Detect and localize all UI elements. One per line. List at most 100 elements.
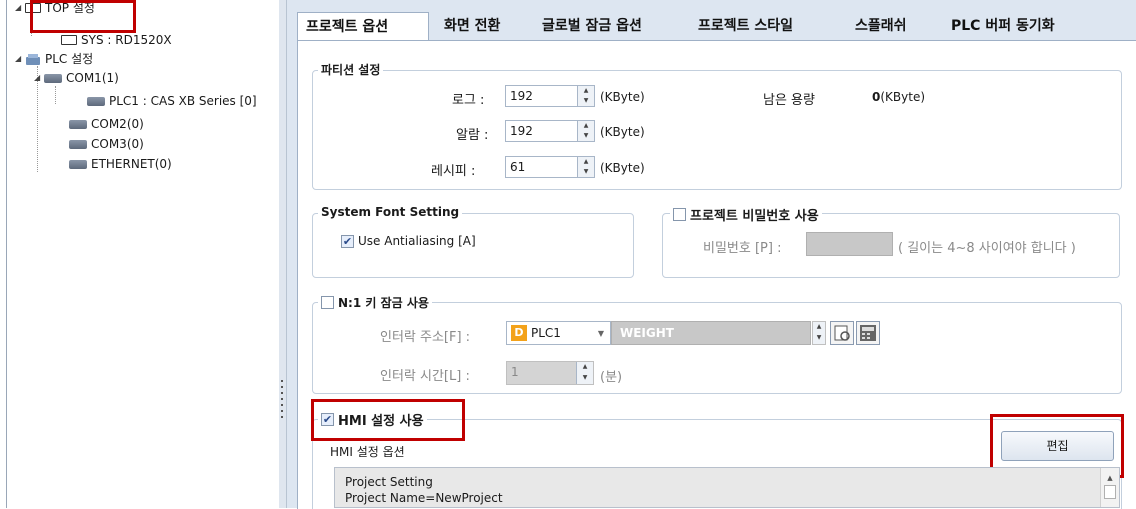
hmi-settings-checkbox[interactable]: ✔ [321, 413, 334, 426]
hmi-settings-checkbox-label: HMI 설정 사용 [338, 414, 424, 429]
collapse-arrow-icon[interactable]: ◢ [15, 0, 25, 16]
splitter-grip [281, 386, 283, 388]
password-input[interactable] [806, 232, 893, 256]
splitter-grip [281, 410, 283, 412]
antialiasing-checkbox[interactable]: ✔ [341, 234, 354, 248]
tab-splash[interactable]: 스플래쉬 [855, 12, 907, 40]
tab-plc-buffer-sync[interactable]: PLC 버퍼 동기화 [951, 12, 1055, 40]
keypad-icon [860, 325, 876, 341]
tab-label: 글로벌 잠금 옵션 [542, 18, 642, 34]
plc-select[interactable]: D PLC1 ▼ [506, 321, 611, 345]
text-line: Project Name=NewProject [345, 491, 503, 505]
up-arrow-icon[interactable]: ▲ [578, 121, 594, 131]
down-arrow-icon[interactable]: ▼ [578, 96, 594, 106]
alarm-size-stepper[interactable]: 192 ▲ ▼ [505, 120, 595, 142]
remaining-capacity-unit: (KByte) [880, 90, 926, 104]
down-arrow-icon[interactable]: ▼ [578, 131, 594, 141]
address-stepper[interactable]: ▲ ▼ [812, 321, 826, 345]
edit-button[interactable]: 편집 [1001, 431, 1114, 461]
panel-splitter[interactable] [279, 0, 287, 508]
collapse-arrow-icon[interactable]: ◢ [15, 51, 25, 67]
keypad-button[interactable] [856, 321, 880, 345]
tab-label: 프로젝트 스타일 [698, 18, 794, 34]
stepper-arrows[interactable]: ▲ ▼ [577, 121, 594, 141]
tab-global-lock-options[interactable]: 글로벌 잠금 옵션 [542, 12, 642, 40]
tab-label: 화면 전환 [444, 18, 501, 34]
password-checkbox[interactable] [673, 208, 686, 221]
interlock-address-input[interactable]: WEIGHT [611, 321, 811, 345]
stepper-arrows[interactable]: ▲ ▼ [577, 86, 594, 106]
key-lock-checkbox[interactable] [321, 296, 334, 309]
password-group-title[interactable]: 프로젝트 비밀번호 사용 [670, 205, 822, 224]
collapse-arrow-icon[interactable]: ◢ [34, 70, 44, 86]
port-icon [69, 119, 87, 129]
recipe-size-value[interactable]: 61 [506, 157, 577, 177]
tree-item-ethernet[interactable]: ETHERNET(0) [69, 156, 172, 172]
password-length-hint: ( 길이는 4~8 사이여야 합니다 ) [898, 241, 1076, 256]
up-arrow-icon[interactable]: ▲ [577, 362, 593, 373]
chevron-down-icon[interactable]: ▼ [598, 329, 604, 338]
tree-item-sys[interactable]: SYS : RD1520X [61, 32, 172, 48]
tree-item-label: COM3(0) [91, 137, 144, 151]
password-checkbox-label: 프로젝트 비밀번호 사용 [690, 209, 819, 224]
recipe-size-stepper[interactable]: 61 ▲ ▼ [505, 156, 595, 178]
tree-item-plc-settings[interactable]: ◢ PLC 설정 [15, 51, 93, 67]
antialiasing-label: Use Antialiasing [A] [358, 234, 476, 248]
down-arrow-icon[interactable]: ▼ [578, 167, 594, 177]
stepper-arrows[interactable]: ▲ ▼ [577, 157, 594, 177]
tab-project-style[interactable]: 프로젝트 스타일 [698, 12, 793, 40]
tab-screen-switch[interactable]: 화면 전환 [444, 12, 500, 40]
interlock-time-unit: (분) [600, 370, 623, 385]
stepper-arrows[interactable]: ▲ ▼ [576, 362, 593, 384]
monitor-icon [61, 35, 77, 45]
down-arrow-icon[interactable]: ▼ [577, 373, 593, 384]
alarm-size-value[interactable]: 192 [506, 121, 577, 141]
tab-label: 스플래쉬 [855, 18, 907, 34]
plc-select-value: PLC1 [531, 326, 561, 340]
tree-item-com2[interactable]: COM2(0) [69, 116, 144, 132]
antialiasing-checkbox-row[interactable]: ✔ Use Antialiasing [A] [341, 234, 476, 248]
interlock-time-value[interactable]: 1 [507, 362, 576, 384]
splitter-grip [281, 398, 283, 400]
tree-item-com1[interactable]: ◢ COM1(1) [34, 70, 119, 86]
port-icon [69, 159, 87, 169]
up-arrow-icon[interactable]: ▲ [578, 86, 594, 96]
hmi-settings-group-title[interactable]: ✔ HMI 설정 사용 [318, 410, 427, 429]
tree-item-label: SYS : RD1520X [81, 33, 172, 47]
down-arrow-icon[interactable]: ▼ [813, 333, 825, 344]
key-lock-checkbox-label: N:1 키 잠금 사용 [338, 296, 429, 310]
scroll-up-icon[interactable]: ▲ [1101, 474, 1119, 482]
tab-label: 프로젝트 옵션 [306, 19, 389, 35]
hmi-settings-text[interactable]: Project Setting Project Name=NewProject … [334, 467, 1120, 508]
splitter-grip [281, 416, 283, 418]
splitter-grip [281, 380, 283, 382]
interlock-time-label: 인터락 시간[L] : [380, 369, 470, 384]
tree-item-label: TOP 설정 [45, 1, 95, 15]
key-lock-group-title[interactable]: N:1 키 잠금 사용 [318, 294, 432, 311]
tab-project-options[interactable]: 프로젝트 옵션 [297, 12, 429, 40]
log-label: 로그 : [452, 93, 485, 108]
log-size-value[interactable]: 192 [506, 86, 577, 106]
log-size-stepper[interactable]: 192 ▲ ▼ [505, 85, 595, 107]
tree-item-plc1[interactable]: PLC1 : CAS XB Series [0] [87, 93, 257, 109]
address-browse-button[interactable] [830, 321, 854, 345]
up-arrow-icon[interactable]: ▲ [813, 322, 825, 333]
remaining-capacity-label: 남은 용량 [763, 93, 815, 108]
interlock-time-stepper[interactable]: 1 ▲ ▼ [506, 361, 594, 385]
tree-item-label: COM2(0) [91, 117, 144, 131]
plc-icon [26, 53, 40, 65]
tree-item-label: ETHERNET(0) [91, 157, 172, 171]
up-arrow-icon[interactable]: ▲ [578, 157, 594, 167]
tab-label: PLC 버퍼 동기화 [951, 18, 1055, 34]
scrollbar-thumb[interactable] [1104, 485, 1116, 499]
text-line: Project Setting [345, 475, 433, 489]
splitter-grip [281, 392, 283, 394]
hmi-options-label: HMI 설정 옵션 [330, 445, 405, 459]
vertical-scrollbar[interactable]: ▲ [1100, 468, 1119, 507]
log-unit: (KByte) [600, 90, 645, 104]
tree-item-top-settings[interactable]: ◢ TOP 설정 [15, 0, 95, 16]
system-font-group-title: System Font Setting [318, 205, 463, 219]
tree-item-label: PLC 설정 [45, 52, 94, 66]
tree-item-com3[interactable]: COM3(0) [69, 136, 144, 152]
remaining-capacity: 0(KByte) [872, 90, 925, 104]
